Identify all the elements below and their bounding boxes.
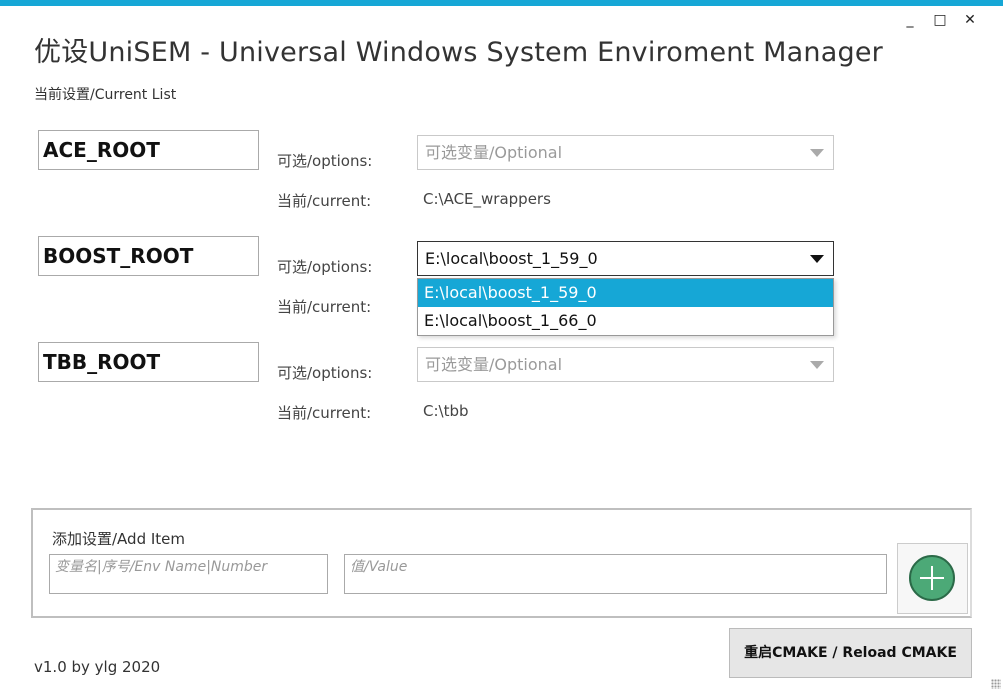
dropdown-option[interactable]: E:\local\boost_1_66_0 [418,307,833,335]
chevron-down-icon [810,255,824,263]
plus-circle-icon[interactable] [909,555,955,601]
window-controls: _ □ ✕ [895,10,985,30]
options-combobox-ace-root[interactable]: 可选变量/Optional [417,135,834,170]
env-name-input[interactable]: 变量名|序号/Env Name|Number [49,554,328,594]
boost-root-dropdown-list: E:\local\boost_1_59_0 E:\local\boost_1_6… [417,278,834,336]
env-var-name-boost-root[interactable]: BOOST_ROOT [38,236,259,276]
options-combobox-boost-root[interactable]: E:\local\boost_1_59_0 [417,241,834,276]
resize-grip[interactable] [991,679,1001,689]
window-title: 优设UniSEM - Universal Windows System Envi… [34,37,883,68]
chevron-down-icon [810,361,824,369]
current-label: 当前/current: [277,298,372,316]
chevron-down-icon [810,149,824,157]
current-label: 当前/current: [277,404,372,422]
combobox-value: 可选变量/Optional [425,143,563,162]
add-item-title: 添加设置/Add Item [52,530,186,548]
env-var-name-ace-root[interactable]: ACE_ROOT [38,130,259,170]
dropdown-option[interactable]: E:\local\boost_1_59_0 [418,279,833,307]
close-button[interactable]: ✕ [955,10,985,30]
combobox-value: 可选变量/Optional [425,355,563,374]
version-label: v1.0 by ylg 2020 [34,658,161,676]
env-value-input[interactable]: 值/Value [344,554,887,594]
env-var-name-tbb-root[interactable]: TBB_ROOT [38,342,259,382]
options-label: 可选/options: [277,364,373,382]
window-top-accent-bar [0,0,1003,6]
options-label: 可选/options: [277,152,373,170]
options-combobox-tbb-root[interactable]: 可选变量/Optional [417,347,834,382]
current-value-ace-root: C:\ACE_wrappers [423,190,551,208]
maximize-button[interactable]: □ [925,10,955,30]
current-label: 当前/current: [277,192,372,210]
reload-cmake-button[interactable]: 重启CMAKE / Reload CMAKE [729,628,972,678]
combobox-value: E:\local\boost_1_59_0 [425,249,598,268]
options-label: 可选/options: [277,258,373,276]
current-list-label: 当前设置/Current List [34,87,177,103]
current-value-tbb-root: C:\tbb [423,402,469,420]
minimize-button[interactable]: _ [895,10,925,30]
